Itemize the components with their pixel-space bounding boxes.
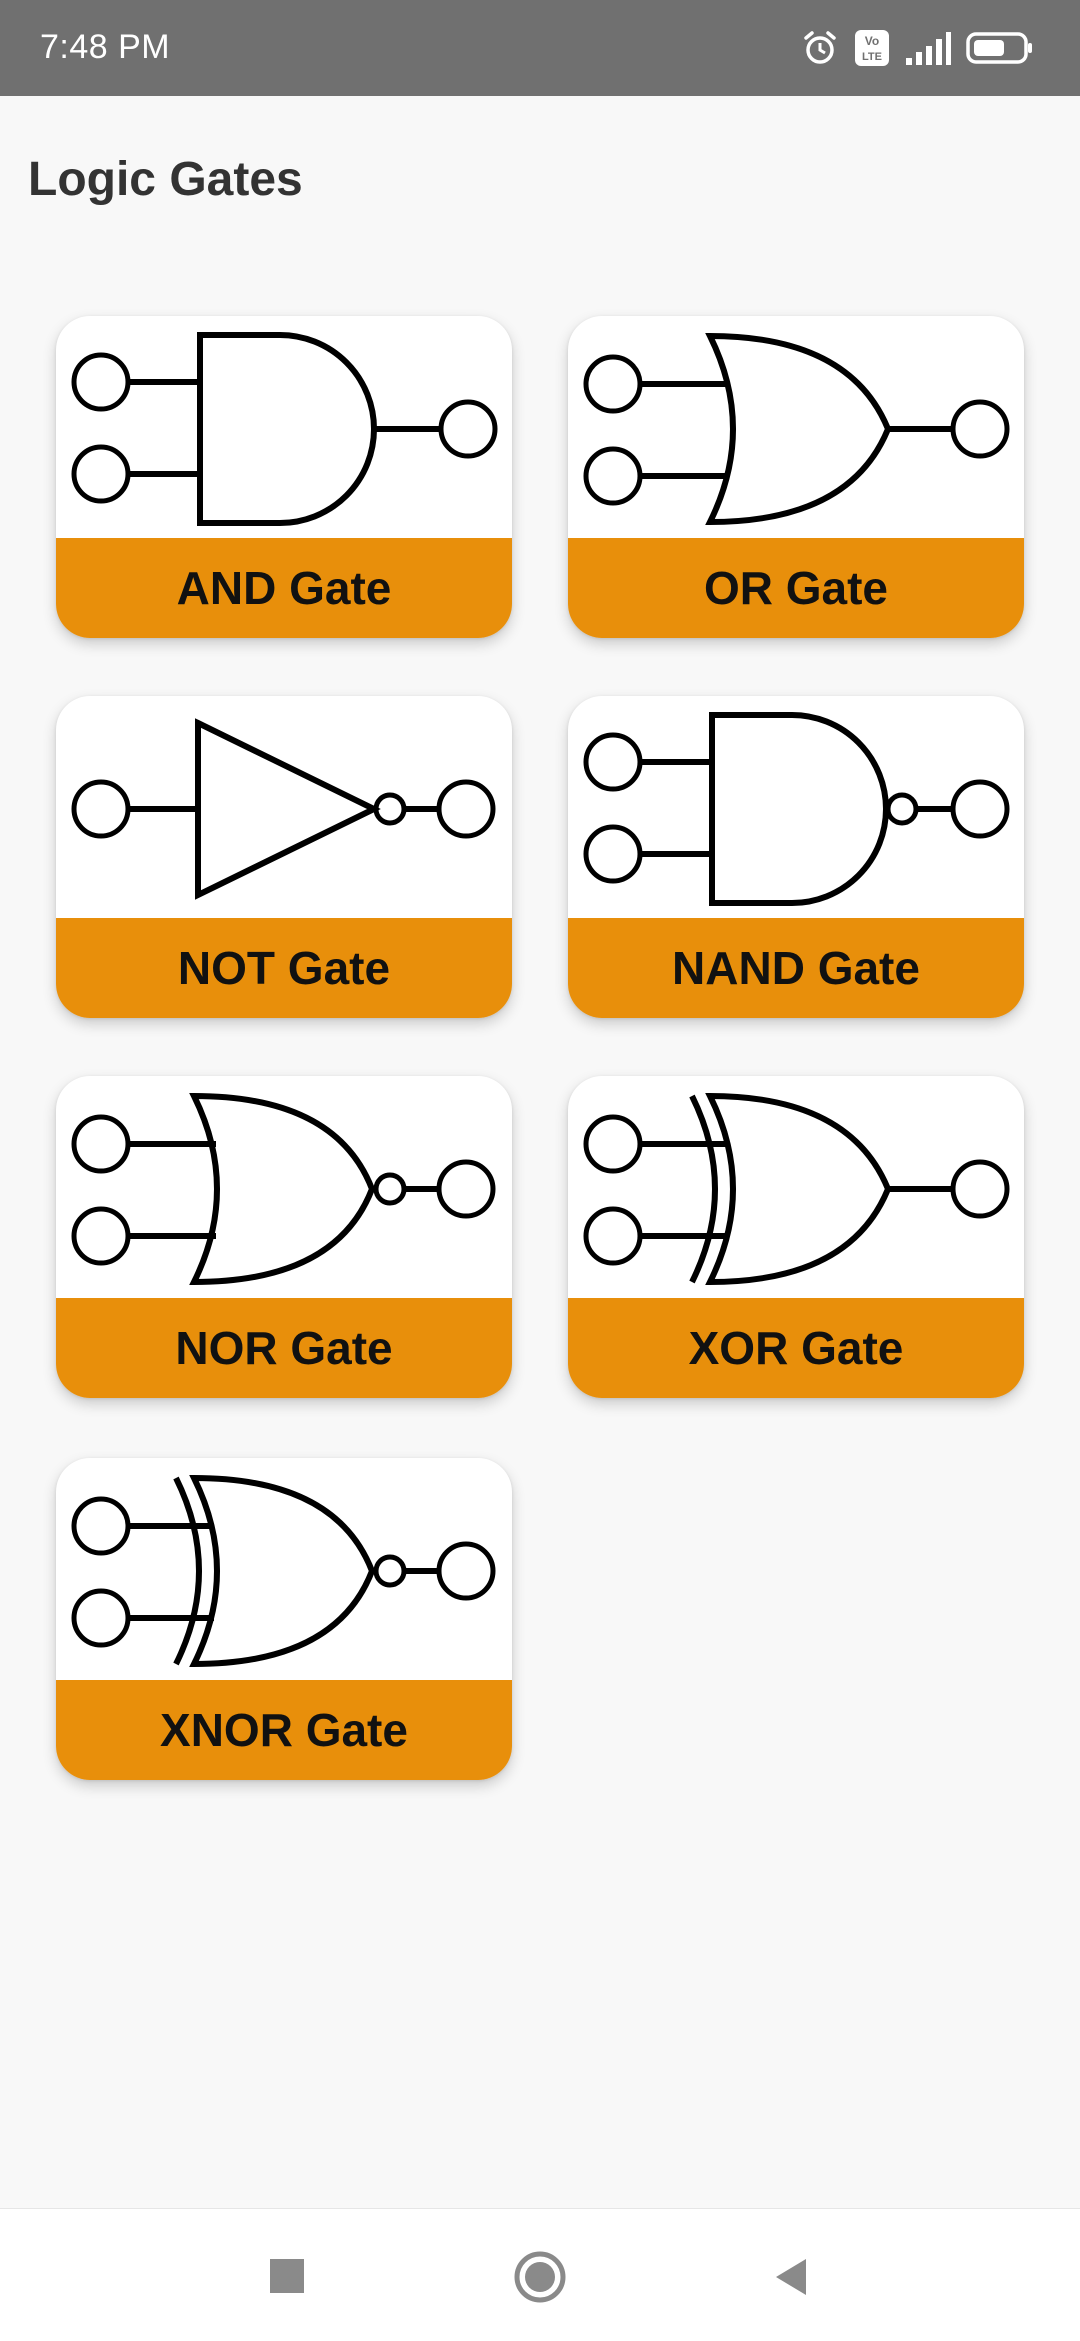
not-gate-icon <box>71 718 496 900</box>
gate-card-xnor[interactable]: XNOR Gate <box>56 1458 512 1780</box>
status-icons: Vo LTE <box>800 26 1034 70</box>
and-gate-icon <box>71 332 498 526</box>
gate-card-label: XOR Gate <box>688 1322 904 1374</box>
svg-text:LTE: LTE <box>862 51 882 63</box>
gate-card-label-bar: OR Gate <box>568 538 1024 638</box>
signal-icon <box>906 32 951 65</box>
gate-card-label-bar: NOT Gate <box>56 918 512 1018</box>
gate-card-label: NOT Gate <box>177 942 391 994</box>
gate-card-or[interactable]: OR Gate <box>568 316 1024 638</box>
battery-icon <box>966 32 1032 64</box>
gate-card-label: NOR Gate <box>175 1322 393 1374</box>
gate-card-label-bar: XOR Gate <box>568 1298 1024 1398</box>
gate-card-label: NAND Gate <box>672 942 920 994</box>
volte-icon: Vo LTE <box>855 30 889 66</box>
xor-gate-icon <box>583 1092 1010 1286</box>
status-time: 7:48 PM <box>40 28 171 66</box>
navigation-bar <box>0 2208 1080 2341</box>
gate-card-label-bar: NOR Gate <box>56 1298 512 1398</box>
gate-card-label: XNOR Gate <box>160 1704 408 1756</box>
home-icon[interactable] <box>510 2247 570 2307</box>
nor-gate-icon <box>71 1092 496 1286</box>
gate-card-label-bar: AND Gate <box>56 538 512 638</box>
page-title: Logic Gates <box>28 153 303 206</box>
back-icon[interactable] <box>762 2247 822 2307</box>
gate-card-label: AND Gate <box>176 562 392 614</box>
gate-card-and[interactable]: AND Gate <box>56 316 512 638</box>
or-gate-icon <box>583 332 1010 526</box>
recent-apps-icon[interactable] <box>258 2247 318 2307</box>
status-bar: 7:48 PM Vo LTE <box>0 0 1080 96</box>
gate-card-label-bar: NAND Gate <box>568 918 1024 1018</box>
alarm-icon <box>804 31 836 64</box>
gate-card-nand[interactable]: NAND Gate <box>568 696 1024 1018</box>
svg-text:Vo: Vo <box>865 34 879 48</box>
gate-card-label-bar: XNOR Gate <box>56 1680 512 1780</box>
xnor-gate-icon <box>71 1474 496 1668</box>
gate-card-not[interactable]: NOT Gate <box>56 696 512 1018</box>
gate-card-nor[interactable]: NOR Gate <box>56 1076 512 1398</box>
nand-gate-icon <box>583 712 1010 906</box>
gate-card-xor[interactable]: XOR Gate <box>568 1076 1024 1398</box>
gate-card-label: OR Gate <box>703 562 889 614</box>
